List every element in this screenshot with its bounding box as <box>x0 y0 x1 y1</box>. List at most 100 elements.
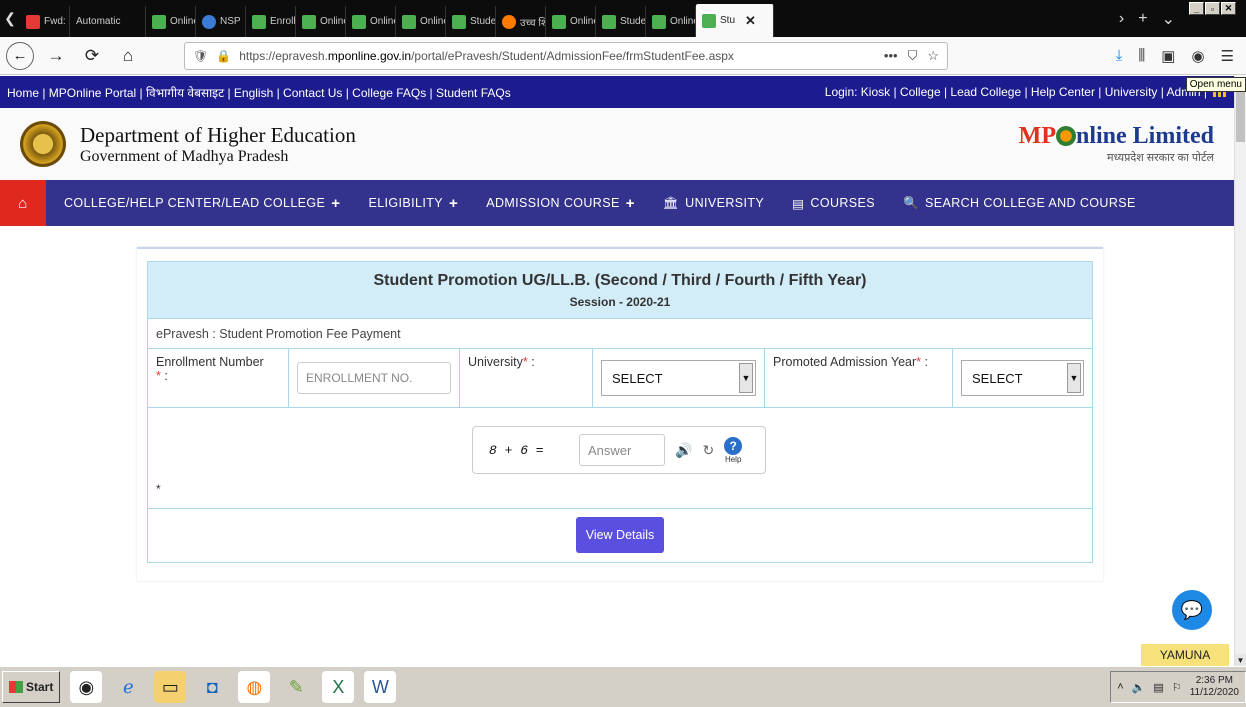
tab-7[interactable]: Online <box>396 6 446 37</box>
reload-button[interactable]: ⟳ <box>78 42 106 70</box>
home-icon[interactable]: ⌂ <box>0 180 46 226</box>
online-icon <box>452 14 466 29</box>
top-links-strip: Home | MPOnline Portal | विभागीय वेबसाइट… <box>0 76 1234 108</box>
online-icon <box>652 14 666 29</box>
account-icon[interactable]: ◉ <box>1191 47 1204 65</box>
browser-window: ❮ Fwd: U Automatic Online NSP Enrolln Online O… <box>0 0 1246 707</box>
scroll-down-icon[interactable]: ▼ <box>1235 654 1246 666</box>
volume-icon[interactable]: 🔈 <box>1132 681 1146 694</box>
online-icon <box>352 14 366 29</box>
tray-expand-icon[interactable]: ˄ <box>1117 681 1123 693</box>
university-label: University * : <box>460 349 593 407</box>
bookmark-star-icon[interactable]: ☆ <box>927 48 939 64</box>
tab-9[interactable]: उच्च शि <box>496 6 546 37</box>
home-button[interactable]: ⌂ <box>114 42 142 70</box>
url-bar[interactable]: 🛡 🔒 https://epravesh.mponline.gov.in/por… <box>184 41 948 70</box>
form-title: Student Promotion UG/LL.B. (Second / Thi… <box>373 272 867 289</box>
online-icon <box>302 14 316 29</box>
new-tab-button[interactable]: + <box>1138 10 1147 28</box>
chrome-icon[interactable]: ◉ <box>70 671 103 703</box>
lock-icon[interactable]: 🔒 <box>216 49 231 63</box>
orange-icon <box>502 14 516 29</box>
nav-item-5[interactable]: 🔍 SEARCH COLLEGE AND COURSE <box>903 195 1136 212</box>
excel-icon[interactable]: X <box>322 671 355 703</box>
tab-12[interactable]: Online <box>646 6 696 37</box>
captcha-answer-input[interactable]: Answer <box>579 434 665 466</box>
library-icon[interactable]: ⫼ <box>1138 47 1145 64</box>
tab-13[interactable]: Stu ✕ <box>696 4 774 37</box>
tab-scroll-left[interactable]: ❮ <box>0 0 20 37</box>
pocket-icon[interactable]: ⛉ <box>908 48 918 64</box>
tab-scroll-right[interactable]: › <box>1119 10 1124 28</box>
close-window-button[interactable]: ✕ <box>1221 2 1236 15</box>
internet-explorer-icon[interactable]: ℯ <box>112 671 144 703</box>
nav-label: COURSES <box>810 196 876 210</box>
nav-item-2[interactable]: ADMISSION COURSE + <box>486 195 635 212</box>
nav-icon: 🔍 <box>903 195 919 210</box>
tab-10[interactable]: Online <box>546 6 596 37</box>
nav-item-3[interactable]: 🏛 UNIVERSITY <box>663 195 764 212</box>
online-icon <box>602 14 616 29</box>
firefox-icon[interactable]: ◍ <box>238 671 271 703</box>
restore-button[interactable]: ▫ <box>1205 2 1220 15</box>
clock[interactable]: 2:36 PM 11/12/2020 <box>1190 675 1239 699</box>
login-links[interactable]: Login: Kiosk | College | Lead College | … <box>825 85 1207 99</box>
word-icon[interactable]: W <box>364 671 397 703</box>
action-center-flag-icon[interactable]: ⚐ <box>1172 681 1182 694</box>
tab-5[interactable]: Online <box>296 6 346 37</box>
mponline-logo[interactable]: MP nline Limited मध्यप्रदेश सरकार का पोर्… <box>1019 123 1214 165</box>
nav-item-1[interactable]: ELIGIBILITY + <box>368 195 458 212</box>
nav-item-0[interactable]: COLLEGE/HELP CENTER/LEAD COLLEGE + <box>64 195 340 212</box>
shield-icon[interactable]: 🛡 <box>193 49 208 63</box>
content-card: Student Promotion UG/LL.B. (Second / Thi… <box>137 247 1103 581</box>
sidebar-icon[interactable]: ▣ <box>1161 47 1175 65</box>
tab-label: Online <box>420 16 445 27</box>
menu-icon[interactable]: ☰ <box>1221 47 1234 65</box>
captcha-question: 8 + 6 = <box>489 442 544 458</box>
close-tab-icon[interactable]: ✕ <box>745 13 756 29</box>
tab-label: Fwd: U <box>44 16 69 27</box>
start-button[interactable]: Start <box>2 671 61 703</box>
outlook-icon[interactable]: ◘ <box>196 671 228 703</box>
tab-0[interactable]: Fwd: U <box>20 6 70 37</box>
captcha-required-mark: * <box>156 482 161 496</box>
tab-label: Online <box>570 16 595 27</box>
help-icon: ? <box>724 436 743 455</box>
tab-2[interactable]: Online <box>146 6 196 37</box>
download-icon[interactable]: ⤓ <box>1116 47 1123 64</box>
tab-1[interactable]: Automatic <box>70 6 146 37</box>
refresh-icon[interactable]: ↻ <box>702 442 714 459</box>
form-panel: Student Promotion UG/LL.B. (Second / Thi… <box>147 261 1093 563</box>
top-links[interactable]: Home | MPOnline Portal | विभागीय वेबसाइट… <box>7 84 511 101</box>
windows-flag-icon <box>9 681 23 693</box>
tab-11[interactable]: Studen <box>596 6 646 37</box>
tab-4[interactable]: Enrolln <box>246 6 296 37</box>
tab-label: Studen <box>470 16 496 27</box>
view-details-button[interactable]: View Details <box>575 516 665 553</box>
enrollment-input[interactable]: ENROLLMENT NO. <box>297 362 451 394</box>
network-icon[interactable]: ▤ <box>1153 681 1163 694</box>
main-nav: ⌂ COLLEGE/HELP CENTER/LEAD COLLEGE + ELIGI… <box>0 180 1234 226</box>
tab-8[interactable]: Studen <box>446 6 496 37</box>
back-button[interactable]: ← <box>6 41 34 70</box>
forward-button[interactable]: → <box>42 42 70 70</box>
nav-label: SEARCH COLLEGE AND COURSE <box>924 196 1136 210</box>
promoted-year-select[interactable]: SELECT ▼ <box>961 360 1084 396</box>
nav-item-4[interactable]: ▤ COURSES <box>792 195 875 212</box>
tab-3[interactable]: NSP <box>196 6 246 37</box>
chat-bubble-icon[interactable]: 💬 <box>1172 590 1212 630</box>
captcha-row: 8 + 6 = Answer 🔊 ↻ ? Help * <box>148 408 1092 509</box>
help-button[interactable]: ? Help <box>724 436 743 464</box>
minimize-button[interactable]: _ <box>1189 2 1204 15</box>
page-scrollbar[interactable]: ▼ <box>1234 76 1246 666</box>
speaker-icon[interactable]: 🔊 <box>675 442 692 459</box>
file-explorer-icon[interactable]: ▭ <box>154 671 187 703</box>
yamuna-widget[interactable]: YAMUNA <box>1141 644 1229 666</box>
paint-icon[interactable]: ✎ <box>280 671 312 703</box>
university-select[interactable]: SELECT ▼ <box>601 360 756 396</box>
dropdown-arrow-icon: ▼ <box>1067 363 1081 393</box>
tab-list-chevron-icon[interactable]: ⌄ <box>1162 9 1175 29</box>
tab-6[interactable]: Online <box>346 6 396 37</box>
mp-emblem-logo <box>20 121 66 167</box>
page-actions-icon[interactable]: ••• <box>884 48 898 64</box>
